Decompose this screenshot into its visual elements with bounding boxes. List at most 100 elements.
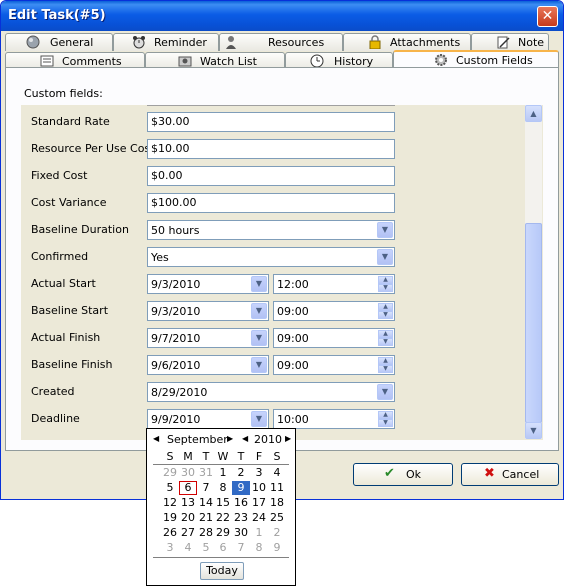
scroll-thumb[interactable] xyxy=(525,223,542,423)
calendar-day[interactable]: 2 xyxy=(268,526,286,540)
calendar-day[interactable]: 5 xyxy=(161,481,179,495)
calendar-day[interactable]: 28 xyxy=(197,526,215,540)
calendar-day[interactable]: 24 xyxy=(250,511,268,525)
today-button[interactable]: Today xyxy=(200,562,244,580)
calendar-day[interactable]: 25 xyxy=(268,511,286,525)
chevron-down-icon[interactable]: ▼ xyxy=(377,222,393,238)
calendar-day[interactable]: 30 xyxy=(232,526,250,540)
calendar-day[interactable]: 18 xyxy=(268,496,286,510)
calendar-day[interactable]: 2 xyxy=(232,466,250,480)
calendar-day[interactable]: 8 xyxy=(214,481,232,495)
next-month-icon[interactable]: ▶ xyxy=(227,432,233,446)
spin-up-icon[interactable]: ▲ xyxy=(378,357,393,365)
calendar-day-selected[interactable]: 9 xyxy=(232,481,250,495)
tab-general[interactable]: General xyxy=(5,33,113,51)
actual-start-time-input[interactable]: 12:00 ▲ ▼ xyxy=(273,274,395,294)
calendar-day[interactable]: 21 xyxy=(197,511,215,525)
clock-icon xyxy=(310,54,324,68)
spin-down-icon[interactable]: ▼ xyxy=(378,284,393,292)
fixed-cost-input[interactable]: $0.00 xyxy=(147,166,395,186)
spin-down-icon[interactable]: ▼ xyxy=(378,419,393,427)
actual-start-date-picker[interactable]: 9/3/2010 ▼ xyxy=(147,274,269,294)
chevron-down-icon[interactable]: ▼ xyxy=(377,384,393,400)
calendar-day[interactable]: 23 xyxy=(232,511,250,525)
confirmed-select[interactable]: Yes ▼ xyxy=(147,247,395,267)
calendar-day[interactable]: 9 xyxy=(268,541,286,555)
baseline-finish-time-input[interactable]: 09:00 ▲ ▼ xyxy=(273,355,395,375)
calendar-day[interactable]: 19 xyxy=(161,511,179,525)
calendar-day[interactable]: 30 xyxy=(179,466,197,480)
spin-up-icon[interactable]: ▲ xyxy=(378,330,393,338)
calendar-day[interactable]: 16 xyxy=(232,496,250,510)
calendar-day[interactable]: 11 xyxy=(268,481,286,495)
field-label: Baseline Duration xyxy=(31,223,129,236)
calendar-day[interactable]: 7 xyxy=(232,541,250,555)
calendar-day[interactable]: 27 xyxy=(179,526,197,540)
tab-reminder[interactable]: Reminder xyxy=(113,33,219,51)
prev-year-icon[interactable]: ◀ xyxy=(242,432,248,446)
tab-note[interactable]: Note xyxy=(471,33,549,51)
calendar-day[interactable]: 6 xyxy=(214,541,232,555)
spin-down-icon[interactable]: ▼ xyxy=(378,338,393,346)
calendar-day[interactable]: 8 xyxy=(250,541,268,555)
actual-finish-date-picker[interactable]: 9/7/2010 ▼ xyxy=(147,328,269,348)
tab-resources[interactable]: Resources xyxy=(219,33,343,51)
calendar-day[interactable]: 15 xyxy=(214,496,232,510)
calendar-day[interactable]: 20 xyxy=(179,511,197,525)
baseline-finish-date-picker[interactable]: 9/6/2010 ▼ xyxy=(147,355,269,375)
calendar-day[interactable]: 29 xyxy=(161,466,179,480)
spin-up-icon[interactable]: ▲ xyxy=(378,276,393,284)
chevron-down-icon[interactable]: ▼ xyxy=(251,357,267,373)
standard-rate-input[interactable]: $30.00 xyxy=(147,112,395,132)
calendar-day[interactable]: 4 xyxy=(268,466,286,480)
divider xyxy=(153,557,289,558)
calendar-day[interactable]: 22 xyxy=(214,511,232,525)
cancel-button[interactable]: ✖ Cancel xyxy=(461,463,559,486)
calendar-year[interactable]: 2010 xyxy=(254,433,282,446)
ok-button[interactable]: ✔ Ok xyxy=(353,463,453,486)
spin-up-icon[interactable]: ▲ xyxy=(378,303,393,311)
calendar-day[interactable]: 3 xyxy=(161,541,179,555)
spin-down-icon[interactable]: ▼ xyxy=(378,311,393,319)
calendar-day[interactable]: 12 xyxy=(161,496,179,510)
calendar-day[interactable]: 17 xyxy=(250,496,268,510)
deadline-date-picker[interactable]: 9/9/2010 ▼ xyxy=(147,409,269,429)
calendar-day[interactable]: 13 xyxy=(179,496,197,510)
created-date-picker[interactable]: 8/29/2010 ▼ xyxy=(147,382,395,402)
actual-finish-time-input[interactable]: 09:00 ▲ ▼ xyxy=(273,328,395,348)
scroll-down-icon[interactable]: ▼ xyxy=(525,422,542,439)
next-year-icon[interactable]: ▶ xyxy=(285,432,291,446)
calendar-day[interactable]: 31 xyxy=(197,466,215,480)
chevron-down-icon[interactable]: ▼ xyxy=(251,330,267,346)
tab-attachments[interactable]: Attachments xyxy=(343,33,471,51)
calendar-day[interactable]: 7 xyxy=(197,481,215,495)
cost-variance-input[interactable]: $100.00 xyxy=(147,193,395,213)
calendar-day[interactable]: 5 xyxy=(197,541,215,555)
calendar-month[interactable]: September xyxy=(167,433,228,446)
chevron-down-icon[interactable]: ▼ xyxy=(377,249,393,265)
calendar-day[interactable]: 3 xyxy=(250,466,268,480)
calendar-day[interactable]: 10 xyxy=(250,481,268,495)
baseline-start-time-input[interactable]: 09:00 ▲ ▼ xyxy=(273,301,395,321)
baseline-duration-select[interactable]: 50 hours ▼ xyxy=(147,220,395,240)
spin-down-icon[interactable]: ▼ xyxy=(378,365,393,373)
title-bar[interactable]: Edit Task(#5) ✕ xyxy=(1,1,563,31)
close-button[interactable]: ✕ xyxy=(537,6,558,27)
calendar-day[interactable]: 1 xyxy=(250,526,268,540)
vertical-scrollbar[interactable]: ▲ ▼ xyxy=(525,105,542,439)
chevron-down-icon[interactable]: ▼ xyxy=(251,276,267,292)
calendar-day[interactable]: 14 xyxy=(197,496,215,510)
deadline-time-input[interactable]: 10:00 ▲ ▼ xyxy=(273,409,395,429)
scroll-up-icon[interactable]: ▲ xyxy=(525,105,542,122)
chevron-down-icon[interactable]: ▼ xyxy=(251,411,267,427)
prev-month-icon[interactable]: ◀ xyxy=(153,432,159,446)
calendar-day[interactable]: 1 xyxy=(214,466,232,480)
resource-per-use-cost-input[interactable]: $10.00 xyxy=(147,139,395,159)
spin-up-icon[interactable]: ▲ xyxy=(378,411,393,419)
calendar-day[interactable]: 29 xyxy=(214,526,232,540)
chevron-down-icon[interactable]: ▼ xyxy=(251,303,267,319)
calendar-day[interactable]: 26 xyxy=(161,526,179,540)
baseline-start-date-picker[interactable]: 9/3/2010 ▼ xyxy=(147,301,269,321)
calendar-day[interactable]: 4 xyxy=(179,541,197,555)
calendar-day-today[interactable]: 6 xyxy=(179,481,197,495)
